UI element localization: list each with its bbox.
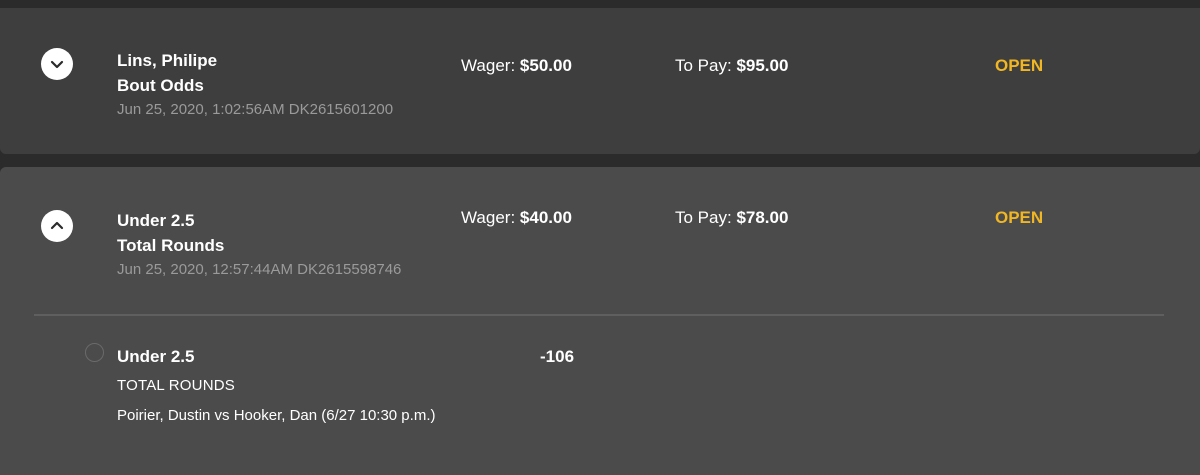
leg-event: Poirier, Dustin vs Hooker, Dan (6/27 10:… — [117, 407, 436, 424]
status-badge: OPEN — [995, 208, 1044, 227]
bet-market: Bout Odds — [117, 76, 204, 95]
bet-history-page: Lins, Philipe Bout Odds Jun 25, 2020, 1:… — [0, 0, 1200, 475]
status-badge: OPEN — [995, 56, 1044, 75]
bet-selection: Under 2.5 — [117, 211, 195, 230]
leg-odds: -106 — [540, 347, 575, 366]
wager-amount: $50.00 — [519, 56, 572, 75]
wager-amount: $40.00 — [519, 208, 572, 227]
to-pay-label: To Pay: — [675, 208, 732, 227]
bet-meta: Jun 25, 2020, 1:02:56AM DK2615601200 — [117, 101, 394, 118]
expand-toggle-button[interactable] — [41, 48, 73, 80]
wager-label: Wager: — [461, 208, 516, 227]
collapse-toggle-button[interactable] — [41, 210, 73, 242]
chevron-up-icon — [50, 221, 64, 230]
wager-label: Wager: — [461, 56, 516, 75]
bet-card[interactable]: Lins, Philipe Bout Odds Jun 25, 2020, 1:… — [0, 8, 1200, 154]
bet-card-expanded[interactable]: Under 2.5 Total Rounds Jun 25, 2020, 12:… — [0, 167, 1200, 475]
to-pay-amount: $95.00 — [736, 56, 789, 75]
bet-market: Total Rounds — [117, 236, 225, 255]
bet-title-block: Lins, Philipe Bout Odds Jun 25, 2020, 1:… — [117, 48, 393, 120]
divider — [34, 314, 1164, 316]
to-pay-label: To Pay: — [675, 56, 732, 75]
bet-title-block: Under 2.5 Total Rounds Jun 25, 2020, 12:… — [117, 208, 401, 280]
bet-selection: Lins, Philipe — [117, 51, 218, 70]
bet-leg: Under 2.5 TOTAL ROUNDS Poirier, Dustin v… — [117, 344, 447, 427]
leg-status-circle-icon — [85, 343, 104, 362]
wager: Wager: $40.00 — [461, 205, 572, 230]
wager: Wager: $50.00 — [461, 53, 572, 78]
leg-selection: Under 2.5 — [117, 347, 195, 366]
leg-market: TOTAL ROUNDS — [117, 377, 235, 394]
bet-meta: Jun 25, 2020, 12:57:44AM DK2615598746 — [117, 261, 402, 278]
to-pay: To Pay: $78.00 — [675, 205, 788, 230]
to-pay: To Pay: $95.00 — [675, 53, 788, 78]
chevron-down-icon — [50, 60, 64, 69]
to-pay-amount: $78.00 — [736, 208, 789, 227]
